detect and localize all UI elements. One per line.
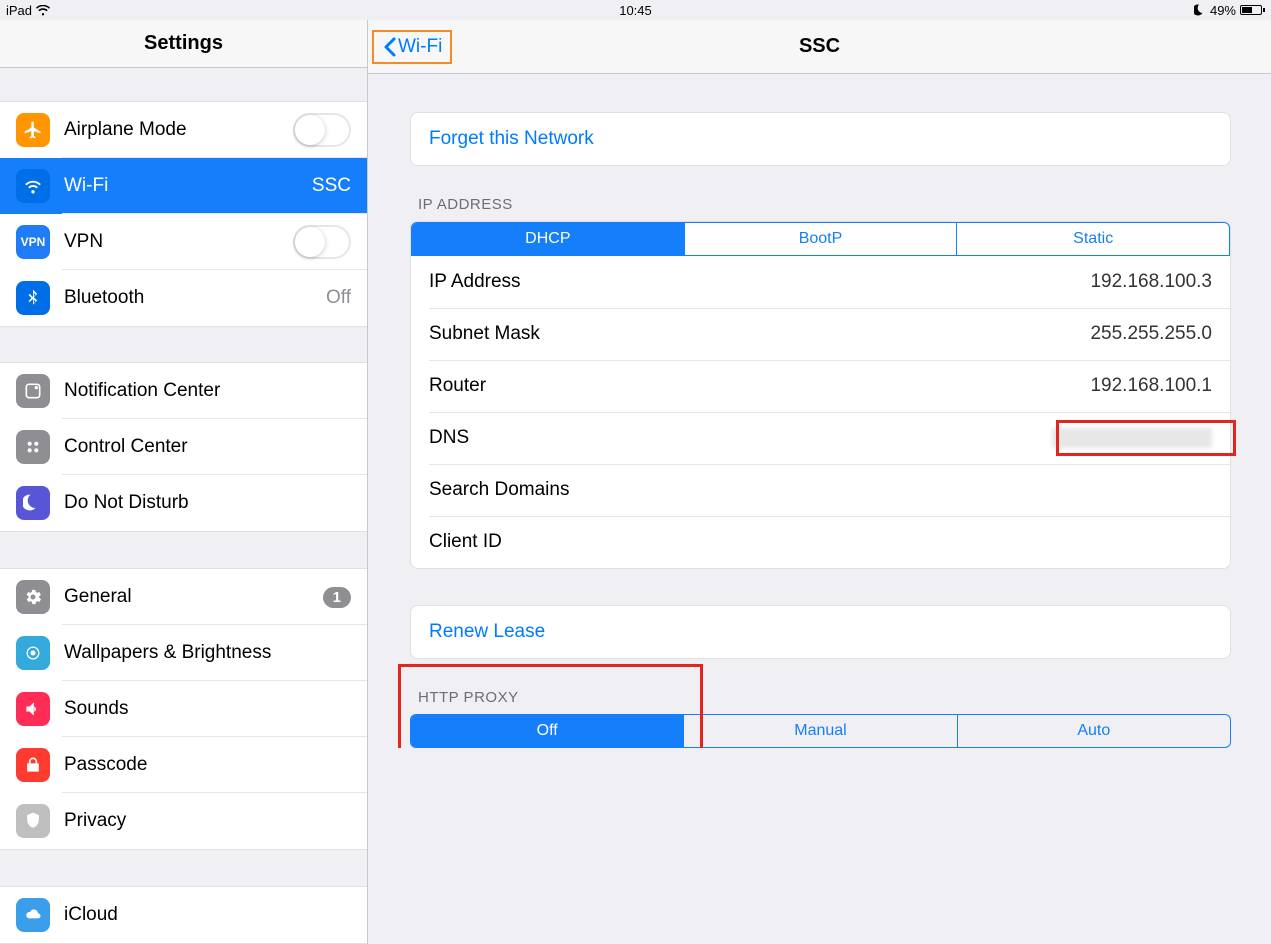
vpn-toggle[interactable] — [293, 225, 351, 259]
segment-proxy-off[interactable]: Off — [411, 715, 683, 747]
passcode-label: Passcode — [64, 754, 351, 776]
wifi-value: SSC — [312, 175, 351, 197]
search-domains-key: Search Domains — [429, 479, 1212, 501]
ip-address-section-label: IP ADDRESS — [410, 166, 1231, 221]
row-dns[interactable]: DNS — [411, 412, 1230, 464]
segment-bootp[interactable]: BootP — [684, 223, 957, 255]
wifi-label: Wi-Fi — [64, 175, 312, 197]
row-subnet-mask: Subnet Mask 255.255.255.0 — [411, 308, 1230, 360]
airplane-toggle[interactable] — [293, 113, 351, 147]
general-label: General — [64, 586, 323, 608]
ip-mode-segmented-control[interactable]: DHCP BootP Static — [411, 222, 1230, 256]
segment-static[interactable]: Static — [956, 223, 1229, 255]
proxy-segmented-control[interactable]: Off Manual Auto — [410, 714, 1231, 748]
sidebar-item-wifi[interactable]: Wi-Fi SSC — [0, 158, 367, 214]
dns-key: DNS — [429, 427, 1052, 449]
sidebar-header: Settings — [0, 20, 367, 68]
detail-title: SSC — [368, 35, 1271, 58]
renew-lease-label: Renew Lease — [429, 621, 545, 643]
row-search-domains[interactable]: Search Domains — [411, 464, 1230, 516]
settings-sidebar: Settings Airplane Mode Wi-Fi SSC VPN VPN… — [0, 20, 368, 944]
ip-address-value: 192.168.100.3 — [1090, 271, 1212, 293]
sounds-icon — [16, 692, 50, 726]
client-id-key: Client ID — [429, 531, 1212, 553]
sidebar-item-sounds[interactable]: Sounds — [0, 681, 367, 737]
sidebar-item-dnd[interactable]: Do Not Disturb — [0, 475, 367, 531]
segment-proxy-auto[interactable]: Auto — [957, 715, 1230, 747]
control-center-label: Control Center — [64, 436, 351, 458]
row-ip-address: IP Address 192.168.100.3 — [411, 256, 1230, 308]
back-button[interactable]: Wi-Fi — [372, 30, 452, 64]
notification-icon — [16, 374, 50, 408]
ip-address-key: IP Address — [429, 271, 1090, 293]
bluetooth-icon — [16, 281, 50, 315]
bluetooth-label: Bluetooth — [64, 287, 326, 309]
sidebar-item-airplane-mode[interactable]: Airplane Mode — [0, 102, 367, 158]
sidebar-title: Settings — [144, 32, 223, 55]
sounds-label: Sounds — [64, 698, 351, 720]
status-time: 10:45 — [0, 3, 1271, 18]
http-proxy-section-label: HTTP PROXY — [410, 659, 1231, 714]
sidebar-item-privacy[interactable]: Privacy — [0, 793, 367, 849]
notification-label: Notification Center — [64, 380, 351, 402]
sidebar-item-general[interactable]: General 1 — [0, 569, 367, 625]
bluetooth-value: Off — [326, 287, 351, 309]
sidebar-item-vpn[interactable]: VPN VPN — [0, 214, 367, 270]
segment-dhcp[interactable]: DHCP — [412, 223, 684, 255]
wallpaper-label: Wallpapers & Brightness — [64, 642, 351, 664]
sidebar-item-bluetooth[interactable]: Bluetooth Off — [0, 270, 367, 326]
icloud-icon — [16, 898, 50, 932]
status-bar: iPad 10:45 49% — [0, 0, 1271, 20]
sidebar-item-wallpapers[interactable]: Wallpapers & Brightness — [0, 625, 367, 681]
dnd-icon — [16, 486, 50, 520]
detail-pane: Wi-Fi SSC Forget this Network IP ADDRESS… — [368, 20, 1271, 944]
airplane-icon — [16, 113, 50, 147]
wifi-icon — [16, 169, 50, 203]
control-center-icon — [16, 430, 50, 464]
forget-network-button[interactable]: Forget this Network — [411, 113, 1230, 165]
renew-lease-button[interactable]: Renew Lease — [411, 606, 1230, 658]
sidebar-item-icloud[interactable]: iCloud — [0, 887, 367, 943]
airplane-label: Airplane Mode — [64, 119, 293, 141]
general-badge: 1 — [323, 587, 351, 608]
lock-icon — [16, 748, 50, 782]
privacy-icon — [16, 804, 50, 838]
vpn-label: VPN — [64, 231, 293, 253]
forget-network-label: Forget this Network — [429, 128, 594, 150]
router-key: Router — [429, 375, 1090, 397]
privacy-label: Privacy — [64, 810, 351, 832]
wallpaper-icon — [16, 636, 50, 670]
vpn-icon: VPN — [16, 225, 50, 259]
row-router: Router 192.168.100.1 — [411, 360, 1230, 412]
row-client-id[interactable]: Client ID — [411, 516, 1230, 568]
sidebar-item-passcode[interactable]: Passcode — [0, 737, 367, 793]
gear-icon — [16, 580, 50, 614]
dnd-label: Do Not Disturb — [64, 492, 351, 514]
back-label: Wi-Fi — [398, 36, 442, 58]
icloud-label: iCloud — [64, 904, 351, 926]
subnet-value: 255.255.255.0 — [1090, 323, 1212, 345]
dns-value-redacted — [1052, 428, 1212, 448]
detail-header: Wi-Fi SSC — [368, 20, 1271, 74]
sidebar-item-control-center[interactable]: Control Center — [0, 419, 367, 475]
router-value: 192.168.100.1 — [1090, 375, 1212, 397]
sidebar-item-notification-center[interactable]: Notification Center — [0, 363, 367, 419]
subnet-key: Subnet Mask — [429, 323, 1090, 345]
battery-icon — [1240, 5, 1265, 15]
segment-proxy-manual[interactable]: Manual — [683, 715, 956, 747]
